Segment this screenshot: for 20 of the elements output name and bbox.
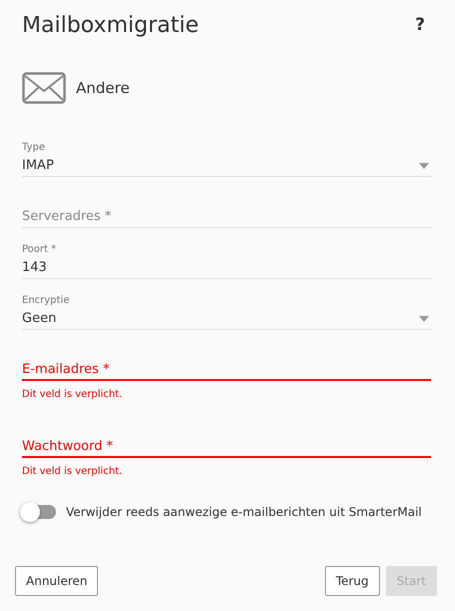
field-label: Type xyxy=(22,141,46,155)
caret-icon xyxy=(419,316,429,322)
field-label: Poort * xyxy=(22,243,58,257)
select-field[interactable]: Geen xyxy=(22,308,431,330)
help-icon[interactable]: ? xyxy=(415,15,425,35)
dialog-title: Mailboxmigratie xyxy=(22,12,199,38)
input-field[interactable]: 143 xyxy=(22,257,431,279)
input-field[interactable]: Wachtwoord * xyxy=(22,436,431,458)
envelope-icon xyxy=(22,72,66,104)
error-message: Dit veld is verplicht. xyxy=(22,389,124,400)
caret-icon xyxy=(419,163,429,169)
toggle-switch[interactable] xyxy=(22,505,56,519)
action-button[interactable]: Terug xyxy=(324,566,380,596)
select-field[interactable]: IMAP xyxy=(22,155,431,177)
action-button[interactable]: Annuleren xyxy=(15,566,98,596)
error-message: Dit veld is verplicht. xyxy=(22,466,124,477)
toggle-label: Verwijder reeds aanwezige e-mailberichten uit SmarterMail xyxy=(66,505,422,519)
field-label: Encryptie xyxy=(22,294,70,308)
source-label: Andere xyxy=(76,79,130,97)
input-field[interactable]: E-mailadres * xyxy=(22,359,431,381)
